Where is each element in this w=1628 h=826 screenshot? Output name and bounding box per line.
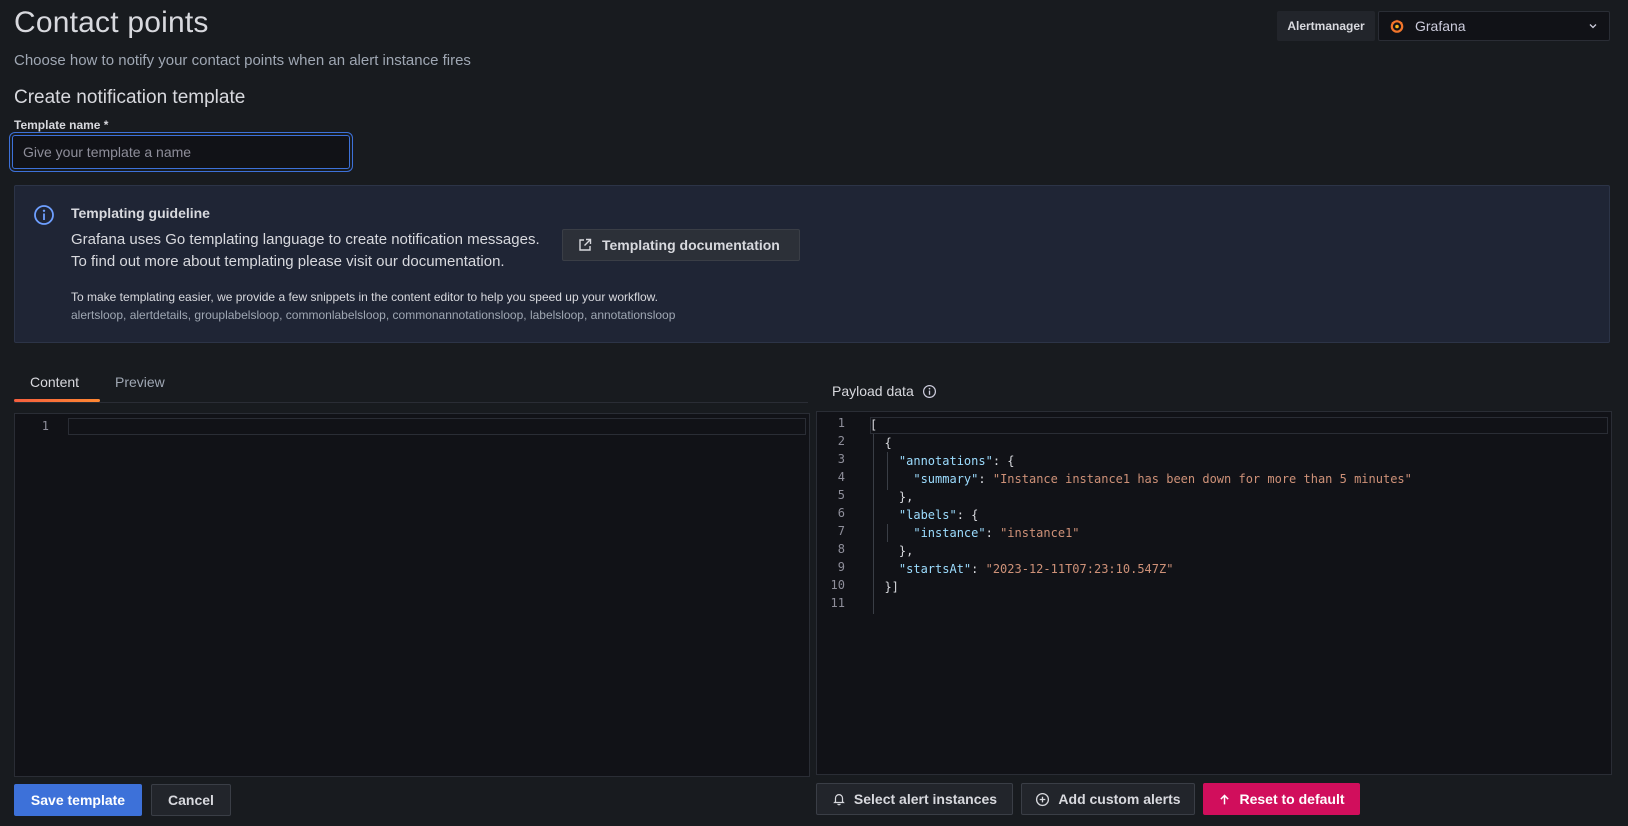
editor-tabs: Content Preview bbox=[14, 368, 808, 403]
line-number: 6 bbox=[837, 506, 845, 520]
json-punctuation bbox=[870, 526, 913, 540]
tab-preview[interactable]: Preview bbox=[115, 374, 165, 390]
code-line: [ bbox=[870, 416, 1412, 434]
line-number: 7 bbox=[837, 524, 845, 538]
save-template-button[interactable]: Save template bbox=[14, 784, 142, 816]
alertmanager-label: Alertmanager bbox=[1277, 11, 1375, 41]
line-number: 8 bbox=[837, 542, 845, 556]
json-string: "2023-12-11T07:23:10.547Z" bbox=[985, 562, 1174, 576]
guideline-title: Templating guideline bbox=[71, 205, 210, 221]
select-alert-instances-label: Select alert instances bbox=[853, 791, 998, 807]
payload-code: [ { "annotations": { "summary": "Instanc… bbox=[870, 416, 1412, 614]
chevron-down-icon bbox=[1589, 24, 1597, 29]
line-number: 11 bbox=[830, 596, 845, 610]
active-line-highlight bbox=[68, 418, 806, 435]
json-key: "startsAt" bbox=[898, 562, 972, 576]
arrow-up-icon bbox=[1220, 793, 1230, 804]
json-string: "Instance instance1 has been down for mo… bbox=[992, 472, 1412, 486]
tab-content[interactable]: Content bbox=[30, 374, 79, 390]
reset-to-default-label: Reset to default bbox=[1239, 791, 1345, 807]
snippets-intro: To make templating easier, we provide a … bbox=[71, 290, 659, 304]
info-icon bbox=[34, 205, 54, 225]
page-title: Contact points bbox=[14, 6, 209, 39]
code-line: }] bbox=[870, 578, 1412, 596]
code-line: "summary": "Instance instance1 has been … bbox=[870, 470, 1412, 488]
active-tab-indicator bbox=[14, 399, 100, 402]
json-punctuation: : { bbox=[992, 454, 1015, 468]
snippets-list: alertsloop, alertdetails, grouplabelsloo… bbox=[71, 308, 676, 322]
json-key: "summary" bbox=[913, 472, 979, 486]
line-number: 9 bbox=[837, 560, 845, 574]
line-number: 1 bbox=[837, 416, 845, 430]
line-number: 2 bbox=[837, 434, 845, 448]
templating-documentation-button[interactable]: Templating documentation bbox=[562, 229, 800, 261]
grafana-logo-icon bbox=[1390, 19, 1404, 33]
json-punctuation bbox=[870, 562, 899, 576]
code-line: }, bbox=[870, 488, 1412, 506]
code-line: "instance": "instance1" bbox=[870, 524, 1412, 542]
select-alert-instances-button[interactable]: Select alert instances bbox=[816, 783, 1013, 815]
add-custom-alerts-button[interactable]: Add custom alerts bbox=[1021, 783, 1195, 815]
json-punctuation: : bbox=[971, 562, 986, 576]
json-punctuation bbox=[870, 508, 899, 522]
line-number: 1 bbox=[41, 419, 49, 433]
template-name-label: Template name * bbox=[14, 118, 109, 132]
json-punctuation: : bbox=[978, 472, 993, 486]
json-punctuation bbox=[870, 472, 913, 486]
json-key: "labels" bbox=[898, 508, 957, 522]
json-punctuation bbox=[870, 454, 899, 468]
json-punctuation: [ bbox=[870, 418, 878, 432]
json-punctuation: : { bbox=[956, 508, 979, 522]
code-line: "annotations": { bbox=[870, 452, 1412, 470]
json-string: "instance1" bbox=[1000, 526, 1080, 540]
guideline-text-2: To find out more about templating please… bbox=[71, 253, 505, 270]
template-name-input[interactable] bbox=[12, 135, 350, 169]
bell-icon bbox=[833, 794, 845, 806]
line-number: 4 bbox=[837, 470, 845, 484]
alertmanager-selected: Grafana bbox=[1415, 18, 1466, 34]
line-number: 5 bbox=[837, 488, 845, 502]
json-punctuation: { bbox=[870, 436, 892, 450]
plus-circle-icon bbox=[1036, 792, 1050, 806]
external-link-icon bbox=[579, 238, 592, 251]
code-line: { bbox=[870, 434, 1412, 452]
templating-documentation-label: Templating documentation bbox=[602, 237, 780, 253]
reset-to-default-button[interactable]: Reset to default bbox=[1203, 783, 1360, 815]
line-number: 3 bbox=[837, 452, 845, 466]
add-custom-alerts-label: Add custom alerts bbox=[1058, 791, 1181, 807]
guideline-text-1: Grafana uses Go templating language to c… bbox=[71, 231, 540, 248]
content-editor[interactable]: 1 bbox=[14, 413, 810, 777]
payload-data-header: Payload data bbox=[832, 383, 937, 399]
page-subtitle: Choose how to notify your contact points… bbox=[14, 52, 471, 69]
payload-editor[interactable]: 1 2 3 4 5 6 7 8 9 10 11 [ { "annotations": { "summ… bbox=[816, 411, 1612, 775]
json-punctuation: }, bbox=[870, 490, 914, 504]
templating-guideline-box: Templating guideline Grafana uses Go tem… bbox=[14, 185, 1610, 343]
info-icon[interactable] bbox=[922, 384, 937, 399]
payload-data-title: Payload data bbox=[832, 383, 914, 399]
json-key: "annotations" bbox=[898, 454, 993, 468]
line-number: 10 bbox=[830, 578, 845, 592]
code-line: "labels": { bbox=[870, 506, 1412, 524]
json-key: "instance" bbox=[913, 526, 986, 540]
json-punctuation: }, bbox=[870, 544, 914, 558]
json-punctuation: }] bbox=[870, 580, 899, 594]
code-line: }, bbox=[870, 542, 1412, 560]
alertmanager-select[interactable]: Grafana bbox=[1378, 11, 1610, 41]
json-punctuation: : bbox=[985, 526, 1001, 540]
code-line: "startsAt": "2023-12-11T07:23:10.547Z" bbox=[870, 560, 1412, 578]
cancel-button[interactable]: Cancel bbox=[151, 784, 231, 816]
section-title: Create notification template bbox=[14, 87, 246, 108]
